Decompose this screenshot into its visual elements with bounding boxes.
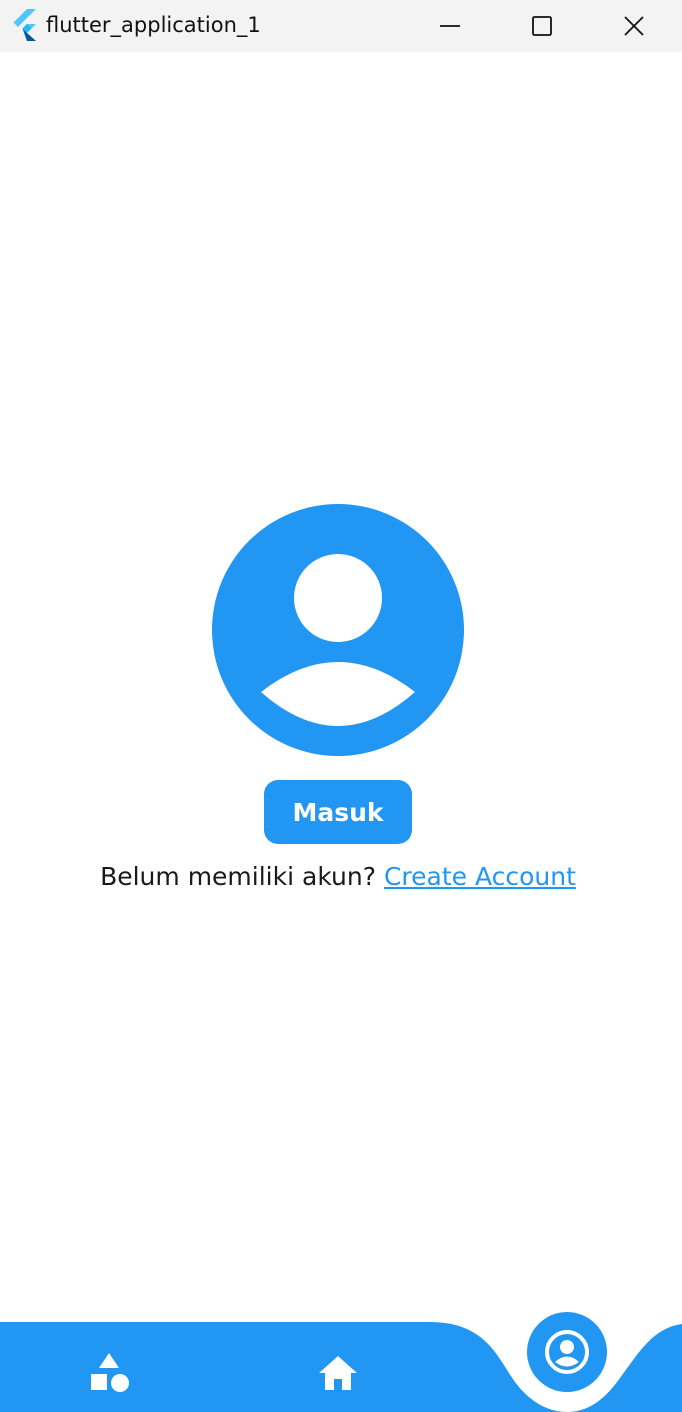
app-window: flutter_application_1 Masuk Belum memili… <box>0 0 682 1412</box>
nav-item-categories[interactable] <box>80 1343 140 1403</box>
category-shapes-icon <box>91 1353 129 1392</box>
minimize-icon <box>440 25 460 27</box>
nav-item-profile[interactable] <box>527 1312 607 1392</box>
nav-item-home[interactable] <box>308 1343 368 1403</box>
create-account-link[interactable]: Create Account <box>384 862 576 891</box>
close-button[interactable] <box>588 0 680 52</box>
maximize-icon <box>532 16 552 36</box>
signup-prompt-text: Belum memiliki akun? <box>100 862 376 891</box>
account-circle-icon <box>545 1330 589 1374</box>
window-title: flutter_application_1 <box>46 13 261 37</box>
title-bar[interactable]: flutter_application_1 <box>0 0 682 52</box>
main-content: Masuk Belum memiliki akun? Create Accoun… <box>0 52 682 1322</box>
account-circle-icon <box>212 504 464 756</box>
login-button[interactable]: Masuk <box>264 780 412 844</box>
close-icon <box>624 16 644 36</box>
flutter-logo-icon <box>13 9 36 41</box>
signup-prompt-row: Belum memiliki akun? Create Account <box>0 858 676 896</box>
minimize-button[interactable] <box>404 0 496 52</box>
maximize-button[interactable] <box>496 0 588 52</box>
home-icon <box>319 1356 357 1390</box>
bottom-navigation-bar <box>0 1310 682 1412</box>
